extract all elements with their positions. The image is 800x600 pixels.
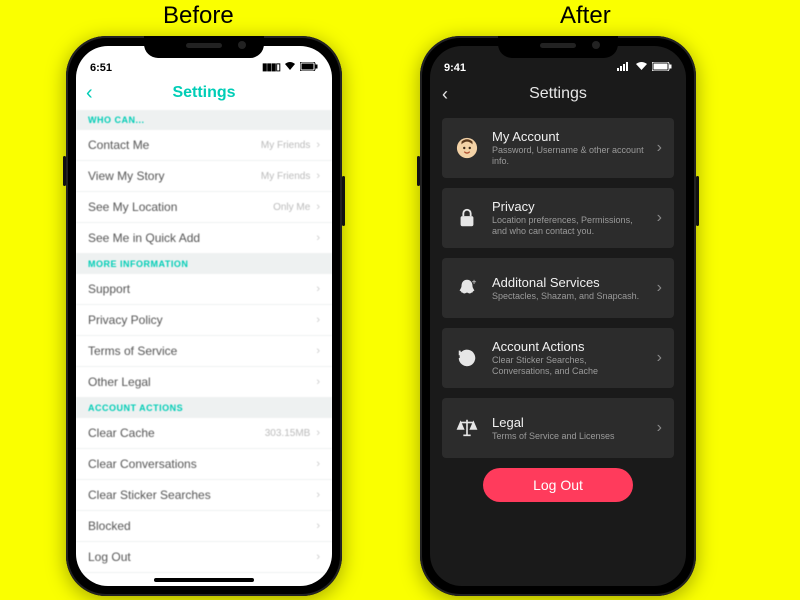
row-clear-cache[interactable]: Clear Cache 303.15MB › [76,418,332,449]
chevron-right-icon: › [316,376,320,388]
chevron-right-icon: › [316,314,320,326]
row-logout[interactable]: Log Out › [76,542,332,573]
chevron-right-icon: › [316,345,320,357]
battery-icon [300,62,318,74]
wifi-icon [284,61,296,74]
chevron-right-icon: › [657,209,662,227]
chevron-right-icon: › [657,279,662,297]
row-label: See Me in Quick Add [88,231,200,245]
svg-text:+: + [472,277,477,286]
section-header-more-info: MORE INFORMATION [76,254,332,274]
row-value: My Friends [261,140,310,151]
row-label: View My Story [88,169,164,183]
row-account-actions[interactable]: Account Actions Clear Sticker Searches, … [442,328,674,388]
chevron-right-icon: › [316,520,320,532]
status-icons: ▮▮▮▯ [262,61,318,74]
scales-icon [454,415,480,441]
row-value: My Friends [261,171,310,182]
back-button[interactable]: ‹ [442,84,448,105]
row-subtitle: Password, Username & other account info. [492,145,645,167]
nav-bar: ‹ Settings [430,76,686,112]
history-icon [454,345,480,371]
back-button[interactable]: ‹ [86,82,93,105]
chevron-right-icon: › [316,139,320,151]
status-icons [617,61,672,74]
row-view-my-story[interactable]: View My Story My Friends › [76,161,332,192]
row-subtitle: Spectacles, Shazam, and Snapcash. [492,291,645,302]
chevron-right-icon: › [316,551,320,563]
signal-icon: ▮▮▮▯ [262,62,280,73]
row-label: Blocked [88,519,131,533]
page-title: Settings [529,85,587,103]
row-value: Only Me [273,202,310,213]
battery-icon [652,62,672,74]
row-title: Legal [492,415,645,430]
row-see-my-location[interactable]: See My Location Only Me › [76,192,332,223]
page-title: Settings [172,84,235,102]
row-label: See My Location [88,200,177,214]
row-additional-services[interactable]: + Additonal Services Spectacles, Shazam,… [442,258,674,318]
row-terms[interactable]: Terms of Service › [76,336,332,367]
row-contact-me[interactable]: Contact Me My Friends › [76,130,332,161]
ghost-plus-icon: + [454,275,480,301]
row-label: Log Out [88,550,131,564]
phone-before: 6:51 ▮▮▮▯ ‹ Settings WHO CAN... Contact … [66,36,342,596]
section-header-who-can: WHO CAN... [76,110,332,130]
row-label: Clear Conversations [88,457,197,471]
row-subtitle: Clear Sticker Searches, Conversations, a… [492,355,645,377]
phone-after: 9:41 ‹ Settings [420,36,696,596]
status-time: 9:41 [444,62,466,74]
row-privacy[interactable]: Privacy Location preferences, Permission… [442,188,674,248]
chevron-right-icon: › [657,419,662,437]
chevron-right-icon: › [316,427,320,439]
row-label: Support [88,282,130,296]
logout-button[interactable]: Log Out [483,468,633,502]
row-privacy-policy[interactable]: Privacy Policy › [76,305,332,336]
row-subtitle: Location preferences, Permissions, and w… [492,215,645,237]
row-label: Clear Sticker Searches [88,488,211,502]
row-subtitle: Terms of Service and Licenses [492,431,645,442]
lock-icon [454,205,480,231]
section-header-account-actions: ACCOUNT ACTIONS [76,398,332,418]
row-blocked[interactable]: Blocked › [76,511,332,542]
nav-bar: ‹ Settings [76,76,332,110]
chevron-right-icon: › [316,170,320,182]
avatar-icon [454,135,480,161]
row-title: My Account [492,129,645,144]
row-label: Clear Cache [88,426,155,440]
row-title: Account Actions [492,339,645,354]
chevron-right-icon: › [316,201,320,213]
row-legal[interactable]: Legal Terms of Service and Licenses › [442,398,674,458]
row-label: Privacy Policy [88,313,163,327]
chevron-right-icon: › [316,283,320,295]
chevron-right-icon: › [316,458,320,470]
row-clear-conversations[interactable]: Clear Conversations › [76,449,332,480]
heading-after: After [560,2,611,30]
home-indicator[interactable] [154,578,254,582]
row-title: Additonal Services [492,275,645,290]
wifi-icon [635,61,648,74]
row-support[interactable]: Support › [76,274,332,305]
row-my-account[interactable]: My Account Password, Username & other ac… [442,118,674,178]
row-quick-add[interactable]: See Me in Quick Add › [76,223,332,254]
row-label: Contact Me [88,138,149,152]
chevron-right-icon: › [316,232,320,244]
chevron-right-icon: › [657,139,662,157]
row-title: Privacy [492,199,645,214]
row-value: 303.15MB [265,428,311,439]
status-time: 6:51 [90,62,112,74]
row-other-legal[interactable]: Other Legal › [76,367,332,398]
row-label: Other Legal [88,375,151,389]
chevron-right-icon: › [316,489,320,501]
chevron-right-icon: › [657,349,662,367]
row-clear-stickers[interactable]: Clear Sticker Searches › [76,480,332,511]
row-label: Terms of Service [88,344,177,358]
signal-icon [617,62,631,74]
heading-before: Before [163,2,234,30]
